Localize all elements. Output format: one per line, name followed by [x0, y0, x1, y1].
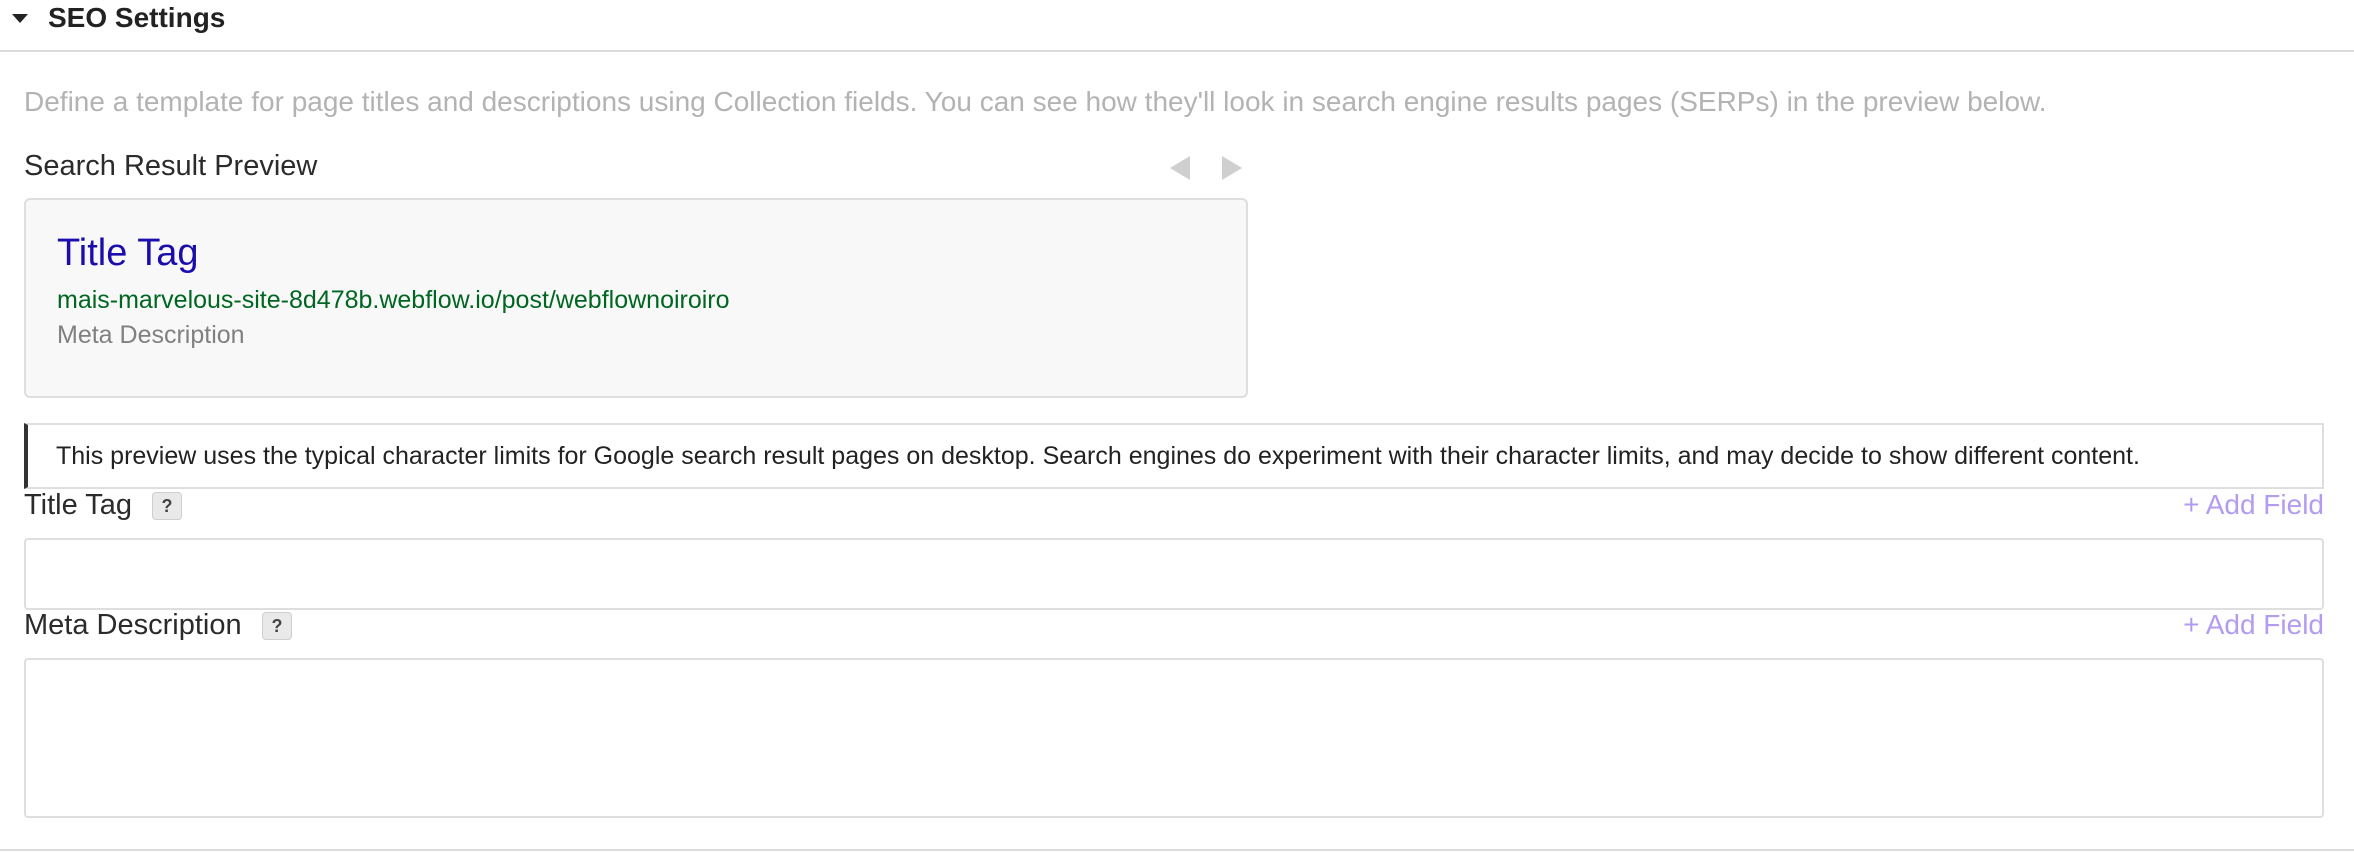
section-title: SEO Settings	[48, 2, 226, 33]
section-intro: Define a template for page titles and de…	[24, 86, 2047, 117]
meta-description-label: Meta Description	[24, 609, 242, 641]
triangle-right-icon[interactable]	[1222, 156, 1242, 180]
title-tag-help-icon[interactable]: ?	[152, 492, 182, 520]
preview-notice: This preview uses the typical character …	[24, 423, 2324, 489]
notice-text: This preview uses the typical character …	[56, 442, 2140, 470]
meta-description-textarea[interactable]	[24, 658, 2324, 818]
meta-description-help-icon[interactable]: ?	[262, 612, 292, 640]
title-tag-input[interactable]	[24, 538, 2324, 610]
title-tag-add-field-button[interactable]: + Add Field	[2183, 489, 2324, 521]
meta-description-add-field-button[interactable]: + Add Field	[2183, 609, 2324, 641]
caret-down-icon[interactable]	[12, 14, 28, 23]
seo-settings-panel: SEO Settings Define a template for page …	[0, 0, 2354, 852]
bottom-divider	[0, 849, 2354, 851]
preview-label: Search Result Preview	[24, 150, 318, 182]
section-header[interactable]: SEO Settings	[0, 0, 2354, 52]
serp-title: Title Tag	[57, 232, 199, 274]
serp-url: mais-marvelous-site-8d478b.webflow.io/po…	[57, 286, 730, 314]
serp-description: Meta Description	[57, 321, 245, 349]
triangle-left-icon[interactable]	[1170, 156, 1190, 180]
title-tag-label: Title Tag	[24, 489, 132, 521]
serp-preview-card: Title Tag mais-marvelous-site-8d478b.web…	[24, 198, 1248, 398]
